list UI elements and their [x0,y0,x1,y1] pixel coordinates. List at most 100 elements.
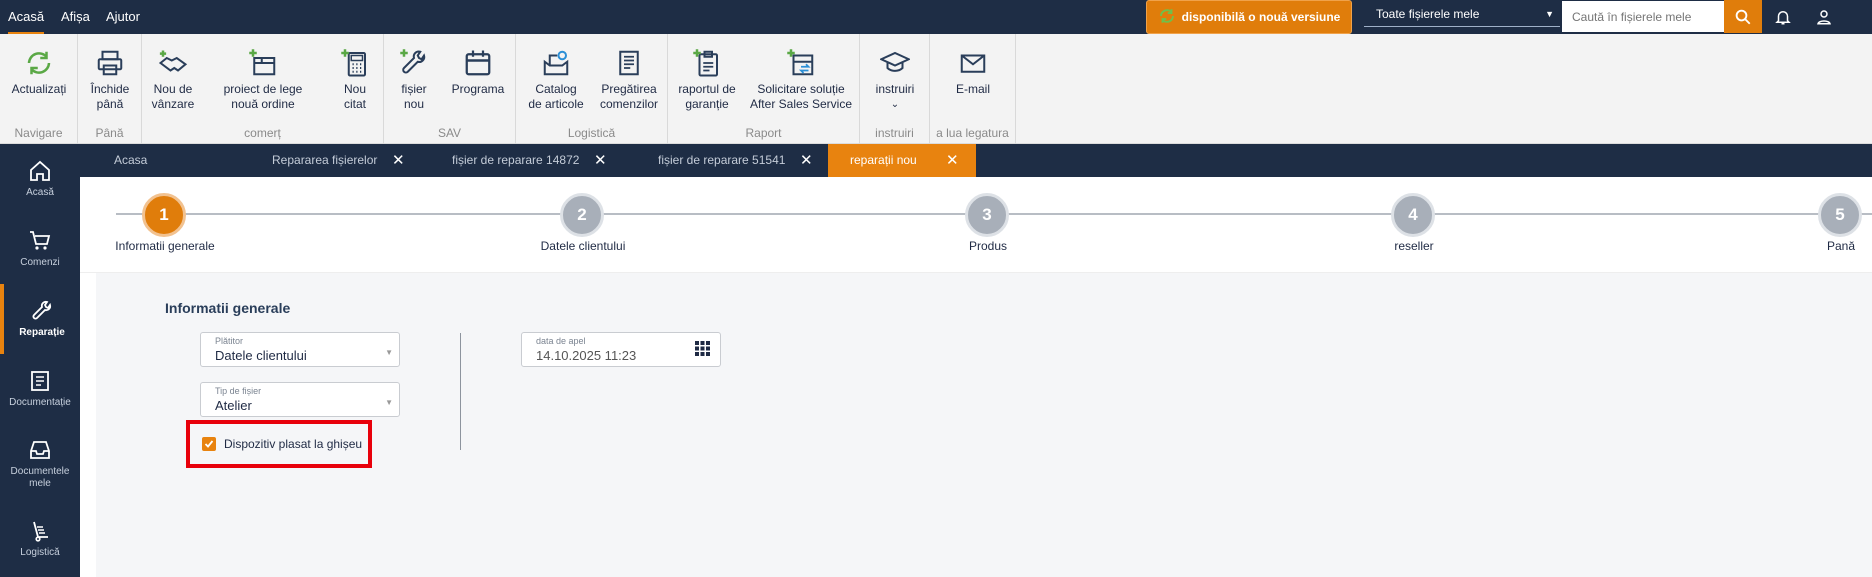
step-number: 1 [159,205,169,224]
calendar-grid-icon[interactable] [695,341,710,361]
new-file-button[interactable]: fișier nou [394,48,434,112]
sidebar-item-label: Acasă [26,187,54,198]
sidebar-item-logistica[interactable]: Logistică [0,504,80,574]
checklist-icon [619,50,639,76]
sidebar-item-documentatie[interactable]: Documentație [0,354,80,424]
sidebar-item-acasa[interactable]: Acasă [0,144,80,214]
scope-select[interactable]: Toate fișierele mele ▼ [1364,3,1560,27]
counter-device-checkbox[interactable] [202,437,216,451]
wrench-plus-icon [400,49,426,74]
new-order-button[interactable]: proiect de lege nouă ordine [208,48,318,112]
step-number: 4 [1408,205,1418,224]
counter-device-checkbox-label: Dispozitiv plasat la ghișeu [224,437,363,451]
after-sales-request-button[interactable]: Solicitare soluție After Sales Service [748,48,854,112]
payer-value: Datele clientului [215,348,307,363]
counter-device-checkbox-row[interactable]: Dispozitiv plasat la ghișeu [186,420,372,468]
step-1[interactable]: 1 [142,193,186,237]
ribbon-group-label: comerț [244,126,281,140]
step-5[interactable]: 5 [1818,193,1862,237]
schedule-button[interactable]: Programa [446,48,510,97]
form-divider [460,333,461,450]
clipboard-plus-icon [693,49,718,77]
sidebar-item-documentele-mele[interactable]: Documentele mele [0,424,80,504]
step-4[interactable]: 4 [1391,193,1435,237]
search-button[interactable] [1724,0,1762,33]
check-icon [204,440,214,448]
tab-repararea-fisierelor[interactable]: Repararea fișierelor ✕ [236,144,422,177]
inbox-icon [30,441,50,459]
ribbon-group-instruiri: instruiri ⌄ instruiri [860,34,930,144]
sidebar-item-label: Reparație [19,327,65,338]
step-3[interactable]: 3 [965,193,1009,237]
form-content: Informatii generale Plătitor Datele clie… [96,273,1872,577]
close-icon[interactable]: ✕ [392,144,405,177]
close-icon[interactable]: ✕ [594,144,607,177]
schedule-label: Programa [451,82,505,96]
tab-fisier-reparare-14872[interactable]: fișier de reparare 14872 ✕ [422,144,628,177]
trainings-button[interactable]: instruiri ⌄ [866,48,924,112]
ribbon-group-label: Până [95,126,124,140]
article-catalog-label: Catalog de articole [528,82,584,111]
search-input[interactable] [1562,1,1724,32]
sidebar-item-label: Comenzi [20,257,60,268]
user-icon [1817,10,1831,25]
sidebar-item-comenzi[interactable]: Comenzi [0,214,80,284]
email-button[interactable]: E-mail [944,48,1002,97]
file-type-select[interactable]: Tip de fișier Atelier ▼ [200,382,400,417]
email-label: E-mail [955,82,990,96]
ribbon-group-label: Navigare [14,126,63,140]
top-bar: Acasă Afișa Ajutor disponibilă o nouă ve… [0,0,1872,34]
after-sales-request-label: Solicitare soluție After Sales Service [749,82,853,111]
tab-label: reparații nou [850,153,917,167]
order-preparation-button[interactable]: Pregătirea comenzilor [594,48,664,112]
home-icon [30,160,50,181]
update-available-button[interactable]: disponibilă o nouă versiune [1146,0,1352,34]
step-number: 2 [577,205,587,224]
sidebar: Acasă Comenzi Reparație Documentație Doc… [0,144,80,577]
new-quote-label: Nou citat [343,82,366,111]
sidebar-item-reparatie[interactable]: Reparație [0,284,80,354]
sidebar-item-label: Documentele mele [10,466,70,489]
file-type-value: Atelier [215,398,252,413]
user-account-button[interactable] [1812,5,1836,29]
chevron-down-icon: ▼ [385,348,393,357]
menu-ajutor[interactable]: Ajutor [106,0,140,34]
article-catalog-button[interactable]: Catalog de articole [526,48,586,112]
step-label: Datele clientului [540,239,626,253]
refresh-button[interactable]: Actualizați [8,48,70,97]
new-sale-button[interactable]: Nou de vânzare [148,48,198,112]
tab-reparatii-nou[interactable]: reparații nou ✕ [828,144,976,177]
new-quote-button[interactable]: Nou citat [330,48,380,112]
refresh-button-label: Actualizați [11,82,67,96]
ribbon-group-raport: raportul de garanție Solicitare soluție … [668,34,860,144]
printer-icon [97,50,123,76]
handshake-plus-icon [158,50,188,72]
tab-label: fișier de reparare 51541 [658,153,786,167]
menu-afisa[interactable]: Afișa [61,0,90,34]
document-tabs: Acasa Repararea fișierelor ✕ fișier de r… [80,144,1872,177]
tab-fisier-reparare-51541[interactable]: fișier de reparare 51541 ✕ [628,144,828,177]
new-file-label: fișier nou [401,82,427,111]
call-date-field[interactable]: data de apel 14.10.2025 11:23 [521,332,721,367]
file-type-label: Tip de fișier [215,386,262,396]
tab-acasa[interactable]: Acasa [80,144,236,177]
close-icon[interactable]: ✕ [946,144,959,177]
notifications-button[interactable] [1771,5,1795,29]
search-icon [1735,9,1751,24]
payer-select[interactable]: Plătitor Datele clientului ▼ [200,332,400,367]
document-icon [31,371,49,391]
close-pana-button[interactable]: Închide până [84,48,136,112]
cart-icon [30,231,51,250]
envelope-icon [960,54,986,73]
warranty-report-button[interactable]: raportul de garanție [674,48,740,112]
close-icon[interactable]: ✕ [800,144,813,177]
chevron-down-icon: ▼ [385,398,393,407]
scope-select-value: Toate fișierele mele [1376,7,1480,21]
menu-acasa[interactable]: Acasă [8,0,45,34]
payer-label: Plătitor [215,336,244,346]
tab-label: Acasa [114,153,148,167]
step-2[interactable]: 2 [560,193,604,237]
catalog-gear-icon [543,50,569,76]
box-plus-icon [249,49,276,76]
ribbon-group-label: instruiri [875,126,914,140]
